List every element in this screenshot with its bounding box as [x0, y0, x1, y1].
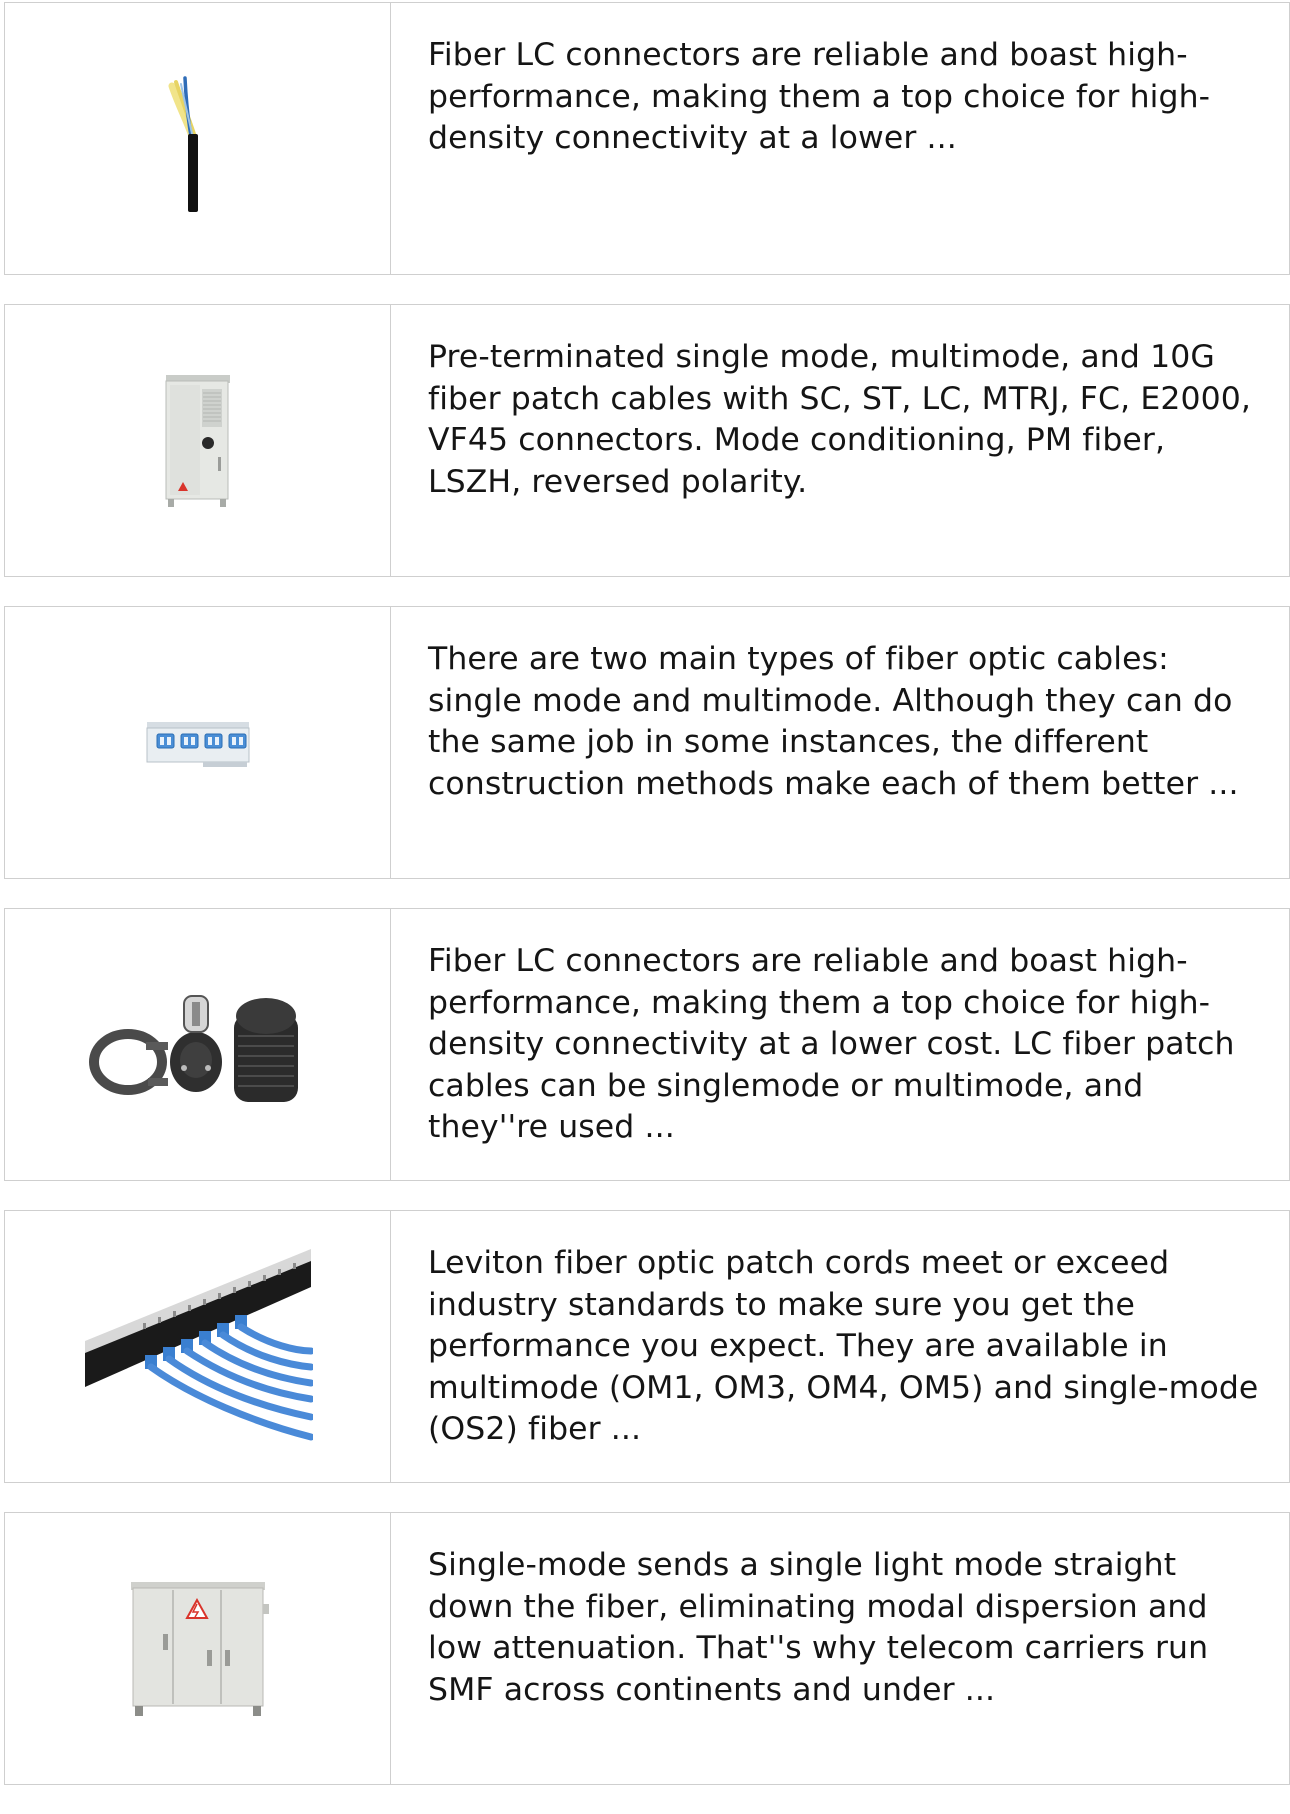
outdoor-telecom-cabinet-icon — [165, 374, 230, 507]
product-thumbnail[interactable] — [5, 305, 391, 576]
patch-panel-with-cables-icon — [84, 1248, 313, 1440]
product-description: Fiber LC connectors are reliable and boa… — [428, 943, 1235, 1145]
product-thumbnail[interactable] — [5, 1211, 391, 1482]
product-description: Pre-terminated single mode, multimode, a… — [428, 339, 1252, 500]
product-thumbnail[interactable] — [5, 607, 391, 878]
product-card[interactable]: Single-mode sends a single light mode st… — [4, 1512, 1290, 1785]
fiber-cable-strand-icon — [168, 75, 198, 212]
product-card[interactable]: Fiber LC connectors are reliable and boa… — [4, 2, 1290, 275]
product-card[interactable]: Pre-terminated single mode, multimode, a… — [4, 304, 1290, 577]
product-thumbnail[interactable] — [5, 1513, 391, 1784]
product-card[interactable]: Fiber LC connectors are reliable and boa… — [4, 908, 1290, 1181]
product-description: There are two main types of fiber optic … — [428, 641, 1239, 802]
product-card[interactable]: There are two main types of fiber optic … — [4, 606, 1290, 879]
product-card[interactable]: Leviton fiber optic patch cords meet or … — [4, 1210, 1290, 1483]
product-description: Fiber LC connectors are reliable and boa… — [428, 37, 1211, 156]
fiber-splice-closure-icon — [88, 994, 298, 1102]
electrical-cabinet-icon — [130, 1581, 269, 1716]
product-description: Leviton fiber optic patch cords meet or … — [428, 1245, 1259, 1447]
product-thumbnail[interactable] — [5, 909, 391, 1180]
product-list: Fiber LC connectors are reliable and boa… — [4, 2, 1290, 1814]
fiber-adapter-panel-icon — [146, 721, 249, 767]
product-thumbnail[interactable] — [5, 3, 391, 274]
product-description: Single-mode sends a single light mode st… — [428, 1547, 1209, 1708]
